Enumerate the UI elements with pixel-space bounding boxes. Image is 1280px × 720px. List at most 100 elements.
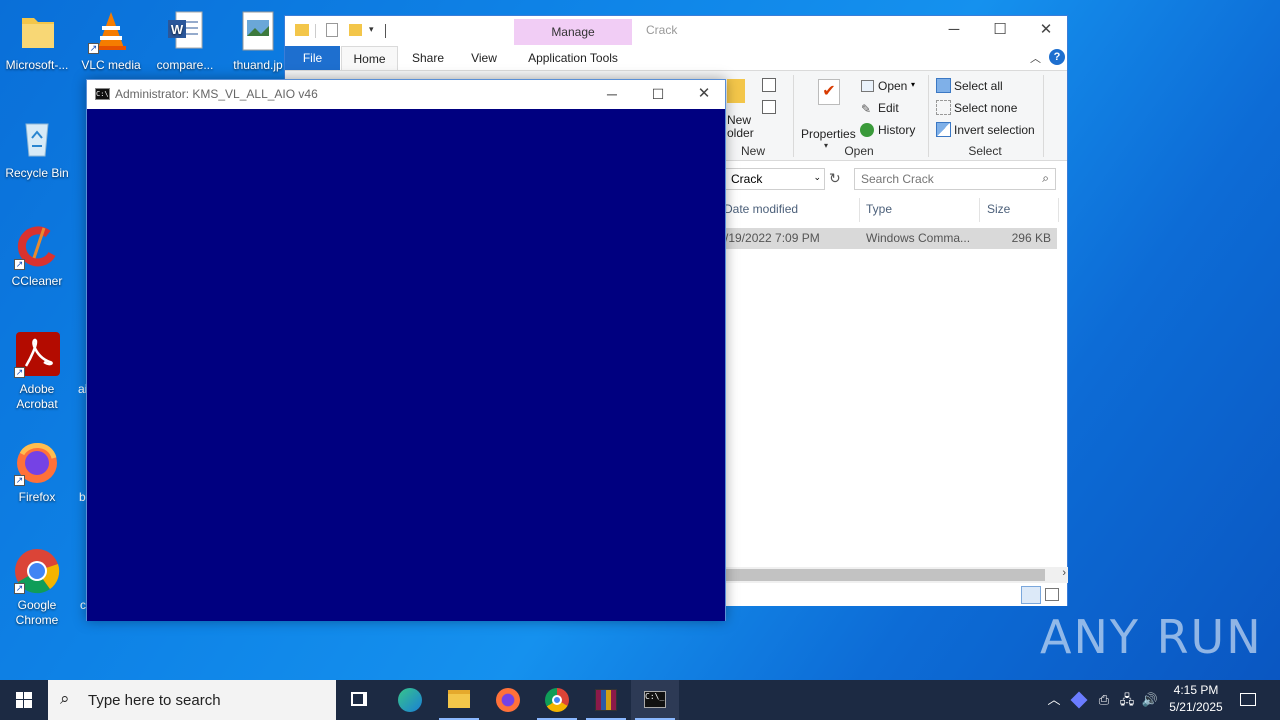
desktop-icon-firefox[interactable]: ↗ Firefox <box>0 440 74 505</box>
shortcut-arrow-icon: ↗ <box>14 583 25 594</box>
cmd-titlebar[interactable]: C:\ Administrator: KMS_VL_ALL_AIO v46 ─ … <box>87 80 725 109</box>
firefox-icon: ↗ <box>14 440 60 486</box>
volume-icon[interactable]: 🔊 <box>1139 680 1161 720</box>
large-icons-view-icon[interactable] <box>1045 588 1059 601</box>
desktop-icon-recycle-bin[interactable]: Recycle Bin <box>0 116 74 181</box>
partial-desktop-label: b <box>79 490 86 504</box>
taskbar-cmd[interactable]: C:\_ <box>631 680 679 720</box>
properties-icon: ✔ <box>818 79 840 105</box>
open-button[interactable]: Open <box>878 79 907 93</box>
new-item-icon[interactable] <box>762 78 776 92</box>
tab-file[interactable]: File <box>285 46 340 70</box>
invert-selection-button[interactable]: Invert selection <box>954 123 1035 137</box>
shortcut-arrow-icon: ↗ <box>14 367 25 378</box>
column-type[interactable]: Type <box>866 202 892 216</box>
column-size[interactable]: Size <box>987 202 1010 216</box>
tab-view[interactable]: View <box>459 46 509 70</box>
ribbon-group-open: Open <box>844 144 874 158</box>
details-view-icon[interactable] <box>1021 586 1041 604</box>
new-folder-button-line2[interactable]: older <box>727 126 754 140</box>
row-date: /19/2022 7:09 PM <box>725 231 820 245</box>
properties-dropdown-icon[interactable]: ▾ <box>824 141 828 150</box>
minimize-button[interactable]: ─ <box>931 16 977 46</box>
task-view-button[interactable] <box>336 680 384 720</box>
collapse-ribbon-icon[interactable]: ︿ <box>1030 50 1041 66</box>
cmd-console[interactable] <box>87 109 725 621</box>
taskbar-search-box[interactable]: ⌕ Type here to search <box>48 680 336 720</box>
manage-context-tab[interactable]: Manage <box>514 19 632 45</box>
select-all-button[interactable]: Select all <box>954 79 1003 93</box>
table-row[interactable]: /19/2022 7:09 PM Windows Comma... 296 KB <box>725 228 1057 249</box>
ribbon-separator <box>1043 75 1044 157</box>
address-text: Crack <box>731 172 763 186</box>
column-divider <box>1058 198 1059 222</box>
taskbar-winrar[interactable] <box>582 680 630 720</box>
close-button[interactable]: ✕ <box>681 80 727 110</box>
properties-button[interactable]: Properties <box>801 127 856 141</box>
desktop-icon-microsoft[interactable]: Microsoft-... <box>0 8 74 73</box>
refresh-icon[interactable]: ↻ <box>829 170 841 187</box>
explorer-titlebar[interactable]: ▾ Manage Crack ─ ☐ ✕ <box>285 16 1067 46</box>
taskbar-file-explorer[interactable] <box>435 680 483 720</box>
tab-application-tools[interactable]: Application Tools <box>514 46 632 70</box>
history-icon <box>860 123 874 137</box>
winrar-icon <box>595 689 617 711</box>
clock-date: 5/21/2025 <box>1169 700 1223 714</box>
device-icon[interactable]: ⎙ <box>1093 680 1115 720</box>
clock-time: 4:15 PM <box>1173 683 1219 697</box>
row-type: Windows Comma... <box>866 231 971 245</box>
minimize-button[interactable]: ─ <box>589 80 635 110</box>
shortcut-arrow-icon: ↗ <box>14 475 25 486</box>
task-view-icon <box>351 692 367 706</box>
search-box[interactable]: ⌕ <box>854 168 1056 190</box>
anyrun-watermark: ANY RUN <box>1040 610 1263 664</box>
desktop-icon-ccleaner[interactable]: ↗ CCleaner <box>0 224 74 289</box>
easy-access-icon[interactable] <box>762 100 776 114</box>
scroll-right-icon[interactable]: › <box>1062 567 1066 579</box>
meet-now-icon[interactable] <box>1068 680 1090 720</box>
new-folder-qa-icon[interactable] <box>349 24 362 36</box>
clock[interactable]: 4:15 PM 5/21/2025 <box>1162 682 1230 716</box>
horizontal-scrollbar[interactable]: › <box>725 567 1068 583</box>
history-button[interactable]: History <box>878 123 915 137</box>
tab-share[interactable]: Share <box>403 46 453 70</box>
address-bar[interactable]: Crack ⌄ <box>725 168 825 190</box>
taskbar-firefox[interactable] <box>484 680 532 720</box>
customize-qa-dropdown-icon[interactable]: ▾ <box>369 24 374 35</box>
edit-button[interactable]: Edit <box>878 101 899 115</box>
select-none-button[interactable]: Select none <box>954 101 1017 115</box>
desktop-icon-vlc[interactable]: ↗ VLC media <box>74 8 148 73</box>
notifications-button[interactable] <box>1234 680 1262 720</box>
start-button[interactable] <box>0 680 48 720</box>
folder-icon <box>448 690 470 708</box>
cmd-title: Administrator: KMS_VL_ALL_AIO v46 <box>115 87 318 101</box>
open-dropdown-icon[interactable]: ▾ <box>911 80 915 89</box>
properties-qa-icon[interactable] <box>326 23 338 37</box>
network-icon[interactable]: 🖧 <box>1116 680 1138 720</box>
windows-logo-icon <box>16 692 32 708</box>
cmd-window[interactable]: C:\ Administrator: KMS_VL_ALL_AIO v46 ─ … <box>86 79 726 621</box>
divider <box>385 24 386 38</box>
tab-home[interactable]: Home <box>341 46 398 70</box>
new-folder-button-line1[interactable]: New <box>727 113 751 127</box>
desktop-icon-compare[interactable]: W compare... <box>148 8 222 73</box>
image-file-icon <box>235 8 281 54</box>
desktop-icon-acrobat[interactable]: ↗ Adobe Acrobat <box>0 332 74 412</box>
maximize-button[interactable]: ☐ <box>635 80 681 110</box>
maximize-button[interactable]: ☐ <box>977 16 1023 46</box>
taskbar-edge[interactable] <box>386 680 434 720</box>
show-hidden-icons-button[interactable]: ︿ <box>1044 680 1064 720</box>
taskbar-chrome[interactable] <box>533 680 581 720</box>
scroll-thumb[interactable] <box>725 569 1045 581</box>
column-divider <box>859 198 860 222</box>
column-date-modified[interactable]: Date modified <box>724 202 798 216</box>
desktop-icon-chrome[interactable]: ↗ Google Chrome <box>0 548 74 628</box>
select-all-icon <box>936 78 951 93</box>
shortcut-arrow-icon: ↗ <box>14 259 25 270</box>
address-dropdown-icon[interactable]: ⌄ <box>813 172 821 183</box>
help-icon[interactable]: ? <box>1049 49 1065 65</box>
close-button[interactable]: ✕ <box>1023 16 1069 46</box>
search-input[interactable] <box>861 172 1031 186</box>
divider <box>315 24 316 38</box>
ribbon-tabs: File Home Share View Application Tools ︿… <box>285 46 1067 70</box>
